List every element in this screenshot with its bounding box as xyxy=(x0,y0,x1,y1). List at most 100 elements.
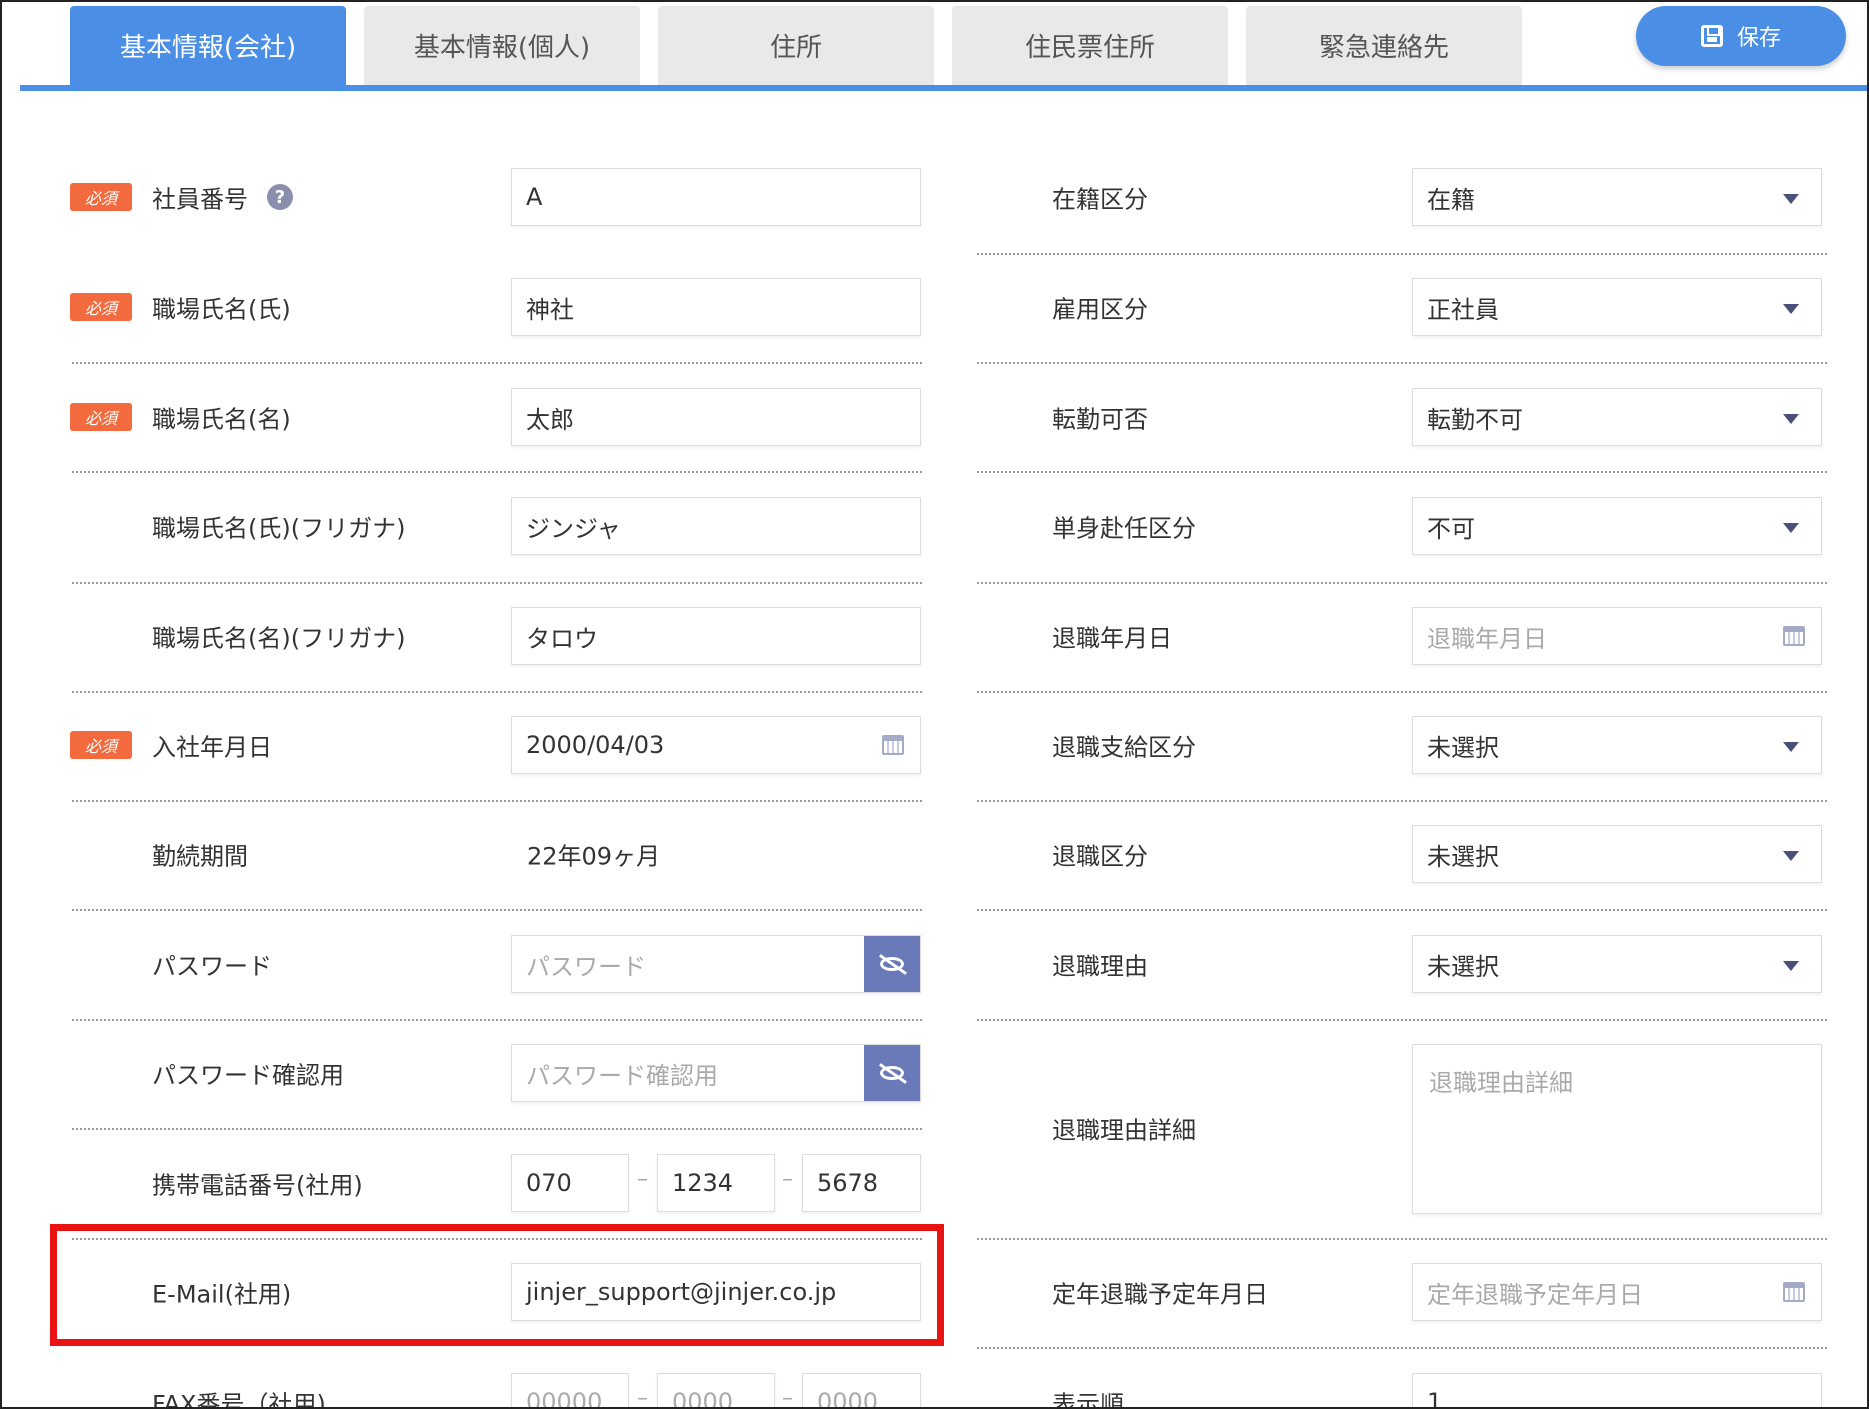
retire-detail-textarea[interactable]: 退職理由詳細 xyxy=(1412,1044,1822,1214)
save-button[interactable]: 保存 xyxy=(1636,6,1846,66)
enrollment-select[interactable]: 在籍 xyxy=(1412,168,1822,226)
eye-off-icon xyxy=(880,1066,904,1080)
field-first-kana: 職場氏名(名)(フリガナ) タロウ xyxy=(2,606,942,666)
divider xyxy=(72,800,922,802)
first-name-input[interactable]: 太郎 xyxy=(511,388,921,446)
first-kana-input[interactable]: タロウ xyxy=(511,607,921,665)
chevron-down-icon xyxy=(1783,851,1799,861)
retire-detail-label: 退職理由詳細 xyxy=(1052,1116,1196,1145)
field-first-name: 必須 職場氏名(名) 太郎 xyxy=(2,387,942,447)
password-label: パスワード xyxy=(152,952,272,981)
field-transfer: 転勤可否 転勤不可 xyxy=(972,387,1852,447)
transfer-value: 転勤不可 xyxy=(1427,405,1523,434)
required-badge: 必須 xyxy=(70,293,132,321)
employment-select[interactable]: 正社員 xyxy=(1412,278,1822,336)
fax-part-3-input[interactable]: 0000 xyxy=(802,1373,921,1407)
retire-pay-label: 退職支給区分 xyxy=(1052,733,1196,762)
tab-emergency-contact[interactable]: 緊急連絡先 xyxy=(1246,6,1522,85)
employment-value: 正社員 xyxy=(1427,295,1499,324)
field-retire-detail: 退職理由詳細 退職理由詳細 xyxy=(972,1043,1852,1214)
divider xyxy=(977,800,1827,802)
divider xyxy=(977,582,1827,584)
retire-type-label: 退職区分 xyxy=(1052,842,1148,871)
retire-date-input[interactable]: 退職年月日 xyxy=(1412,607,1822,665)
join-date-input[interactable]: 2000/04/03 xyxy=(511,716,921,774)
transfer-select[interactable]: 転勤不可 xyxy=(1412,388,1822,446)
divider xyxy=(72,1128,922,1130)
password-input[interactable]: パスワード xyxy=(511,935,921,993)
last-name-input[interactable]: 神社 xyxy=(511,278,921,336)
retire-type-value: 未選択 xyxy=(1427,842,1499,871)
fax-part-1-input[interactable]: 00000 xyxy=(511,1373,629,1407)
fax-part-2-input[interactable]: 0000 xyxy=(657,1373,775,1407)
retire-age-date-placeholder: 定年退職予定年月日 xyxy=(1427,1280,1643,1309)
tab-resident-address[interactable]: 住民票住所 xyxy=(952,6,1228,85)
mobile-part-2-input[interactable]: 1234 xyxy=(657,1154,775,1212)
field-mobile: 携帯電話番号(社用) 070 – 1234 – 5678 xyxy=(2,1153,942,1213)
divider xyxy=(72,582,922,584)
separator: – xyxy=(782,1167,793,1192)
separator: – xyxy=(637,1167,648,1192)
toggle-password-confirm-visibility-button[interactable] xyxy=(864,1045,920,1101)
retire-age-date-label: 定年退職予定年月日 xyxy=(1052,1280,1268,1309)
field-solo-assign: 単身赴任区分 不可 xyxy=(972,496,1852,556)
retire-age-date-input[interactable]: 定年退職予定年月日 xyxy=(1412,1263,1822,1321)
divider xyxy=(72,691,922,693)
password-confirm-input[interactable]: パスワード確認用 xyxy=(511,1044,921,1102)
divider xyxy=(72,909,922,911)
retire-pay-value: 未選択 xyxy=(1427,733,1499,762)
divider xyxy=(977,1347,1827,1349)
retire-type-select[interactable]: 未選択 xyxy=(1412,825,1822,883)
display-order-label: 表示順 xyxy=(1052,1390,1124,1409)
employment-label: 雇用区分 xyxy=(1052,295,1148,324)
tab-basic-personal[interactable]: 基本情報(個人) xyxy=(364,6,640,85)
mobile-label: 携帯電話番号(社用) xyxy=(152,1171,363,1200)
join-date-value: 2000/04/03 xyxy=(526,731,665,759)
field-employee-no: 必須 社員番号 ? A xyxy=(2,167,942,227)
first-name-label: 職場氏名(名) xyxy=(152,405,291,434)
last-kana-input[interactable]: ジンジャ xyxy=(511,497,921,555)
tab-bar: 基本情報(会社) 基本情報(個人) 住所 住民票住所 緊急連絡先 xyxy=(20,2,1867,92)
chevron-down-icon xyxy=(1783,523,1799,533)
tenure-label: 勤続期間 xyxy=(152,842,248,871)
eye-off-icon xyxy=(880,957,904,971)
toggle-password-visibility-button[interactable] xyxy=(864,936,920,992)
solo-assign-label: 単身赴任区分 xyxy=(1052,514,1196,543)
chevron-down-icon xyxy=(1783,304,1799,314)
mobile-part-3-input[interactable]: 5678 xyxy=(802,1154,921,1212)
retire-pay-select[interactable]: 未選択 xyxy=(1412,716,1822,774)
retire-date-placeholder: 退職年月日 xyxy=(1427,624,1547,653)
chevron-down-icon xyxy=(1783,194,1799,204)
field-enrollment: 在籍区分 在籍 xyxy=(972,167,1852,227)
employee-no-label: 社員番号 xyxy=(152,185,248,214)
highlight-box xyxy=(50,1224,944,1346)
tab-underline xyxy=(20,85,1867,91)
calendar-icon[interactable] xyxy=(1783,1282,1805,1302)
password-placeholder: パスワード xyxy=(526,952,646,981)
required-badge: 必須 xyxy=(70,731,132,759)
tab-address[interactable]: 住所 xyxy=(658,6,934,85)
divider xyxy=(977,1238,1827,1240)
last-kana-label: 職場氏名(氏)(フリガナ) xyxy=(152,514,406,543)
enrollment-label: 在籍区分 xyxy=(1052,185,1148,214)
field-join-date: 必須 入社年月日 2000/04/03 xyxy=(2,715,942,775)
field-retire-age-date: 定年退職予定年月日 定年退職予定年月日 xyxy=(972,1262,1852,1322)
calendar-icon[interactable] xyxy=(1783,626,1805,646)
divider xyxy=(977,1019,1827,1021)
chevron-down-icon xyxy=(1783,742,1799,752)
display-order-input[interactable]: 1 xyxy=(1412,1373,1822,1407)
retire-date-label: 退職年月日 xyxy=(1052,624,1172,653)
help-icon[interactable]: ? xyxy=(267,184,293,210)
mobile-part-1-input[interactable]: 070 xyxy=(511,1154,629,1212)
employee-no-input[interactable]: A xyxy=(511,168,921,226)
separator: – xyxy=(782,1386,793,1409)
required-badge: 必須 xyxy=(70,183,132,211)
password-confirm-label: パスワード確認用 xyxy=(152,1061,344,1090)
divider xyxy=(977,909,1827,911)
tenure-value: 22年09ヶ月 xyxy=(527,842,661,871)
tab-basic-company[interactable]: 基本情報(会社) xyxy=(70,6,346,85)
solo-assign-select[interactable]: 不可 xyxy=(1412,497,1822,555)
required-badge: 必須 xyxy=(70,403,132,431)
retire-reason-select[interactable]: 未選択 xyxy=(1412,935,1822,993)
calendar-icon[interactable] xyxy=(882,735,904,755)
